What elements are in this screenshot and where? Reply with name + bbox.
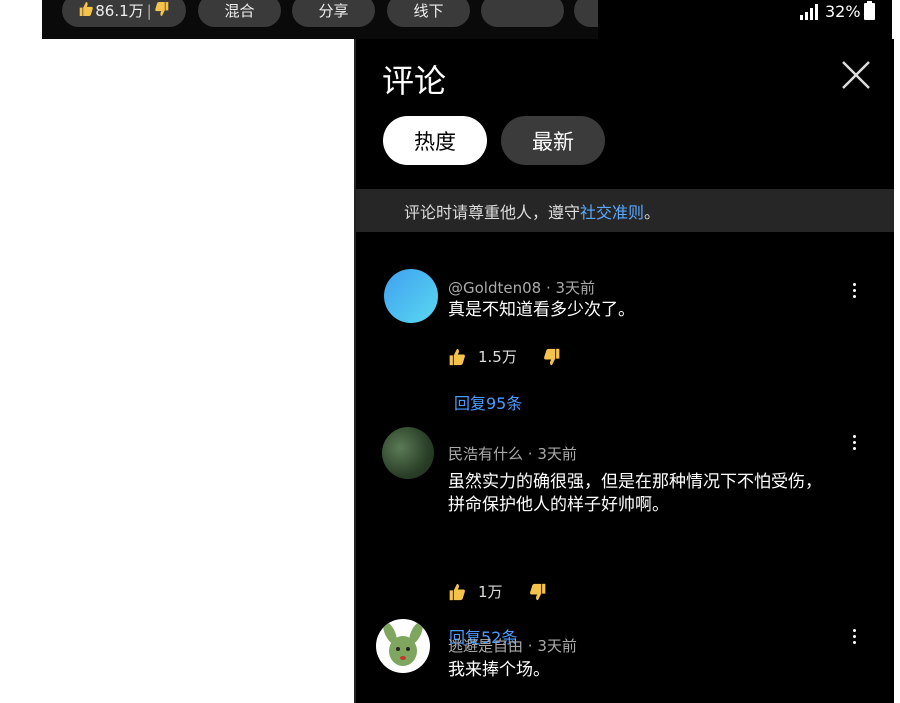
tab-latest[interactable]: 最新 bbox=[501, 116, 605, 165]
signal-icon bbox=[800, 4, 818, 20]
avatar[interactable] bbox=[376, 619, 430, 673]
comment-meta: 民浩有什么 · 3天前 bbox=[448, 445, 577, 463]
thumbs-up-icon[interactable] bbox=[448, 583, 466, 601]
chip-share[interactable]: 分享 bbox=[292, 0, 375, 27]
community-notice: 评论时请尊重他人，遵守社交准则。 bbox=[356, 189, 894, 232]
close-icon[interactable] bbox=[840, 59, 872, 91]
tab-popular[interactable]: 热度 bbox=[383, 116, 487, 165]
notice-text: 评论时请尊重他人，遵守社交准则。 bbox=[404, 202, 661, 222]
thumbs-down-icon[interactable] bbox=[529, 583, 547, 601]
like-count: 1万 bbox=[478, 583, 503, 601]
more-options-icon[interactable] bbox=[850, 435, 858, 453]
thumbs-up-icon bbox=[79, 1, 94, 21]
comment-time: 3天前 bbox=[537, 637, 577, 655]
like-chip[interactable]: 86.1万 | bbox=[62, 0, 186, 27]
more-options-icon[interactable] bbox=[850, 283, 858, 301]
avatar[interactable] bbox=[382, 427, 434, 479]
battery-icon bbox=[864, 1, 875, 20]
thumbs-down-icon bbox=[154, 1, 169, 21]
comment-meta: 逃避是自由 · 3天前 bbox=[448, 637, 577, 655]
like-count: 1.5万 bbox=[478, 348, 517, 366]
comment-time: 3天前 bbox=[555, 279, 596, 297]
comment-time: 3天前 bbox=[537, 445, 577, 463]
comment-text: 我来捧个场。 bbox=[448, 660, 550, 680]
more-options-icon[interactable] bbox=[850, 629, 858, 647]
panel-title: 评论 bbox=[382, 62, 447, 100]
chip-divider: | bbox=[146, 1, 152, 20]
replies-link[interactable]: 回复95条 bbox=[454, 390, 522, 414]
comments-panel: 评论 热度 最新 评论时请尊重他人，遵守社交准则。 @Goldten08 · 3… bbox=[354, 39, 894, 703]
thumbs-up-icon[interactable] bbox=[448, 348, 466, 366]
comment-author[interactable]: 民浩有什么 bbox=[448, 445, 523, 463]
comment-text: 虽然实力的确很强，但是在那种情况下不怕受伤， 拼命保护他人的样子好帅啊。 bbox=[448, 472, 822, 515]
cartoon-character-icon bbox=[383, 621, 423, 666]
comment-text: 真是不知道看多少次了。 bbox=[448, 300, 635, 320]
comment-actions: 1万 bbox=[448, 581, 547, 602]
chip-more-1[interactable] bbox=[481, 0, 564, 27]
comment-author[interactable]: @Goldten08 bbox=[448, 279, 541, 297]
comment-author[interactable]: 逃避是自由 bbox=[448, 637, 523, 655]
chip-offline[interactable]: 线下 bbox=[387, 0, 470, 27]
battery-percent: 32% bbox=[825, 2, 861, 21]
chip-mix[interactable]: 混合 bbox=[198, 0, 281, 27]
like-chip-count: 86.1万 bbox=[95, 2, 144, 20]
comment-meta: @Goldten08 · 3天前 bbox=[448, 279, 596, 297]
avatar[interactable] bbox=[384, 269, 438, 323]
comment-actions: 1.5万 bbox=[448, 346, 561, 367]
thumbs-down-icon[interactable] bbox=[543, 348, 561, 366]
guidelines-link[interactable]: 社交准则 bbox=[580, 203, 644, 222]
